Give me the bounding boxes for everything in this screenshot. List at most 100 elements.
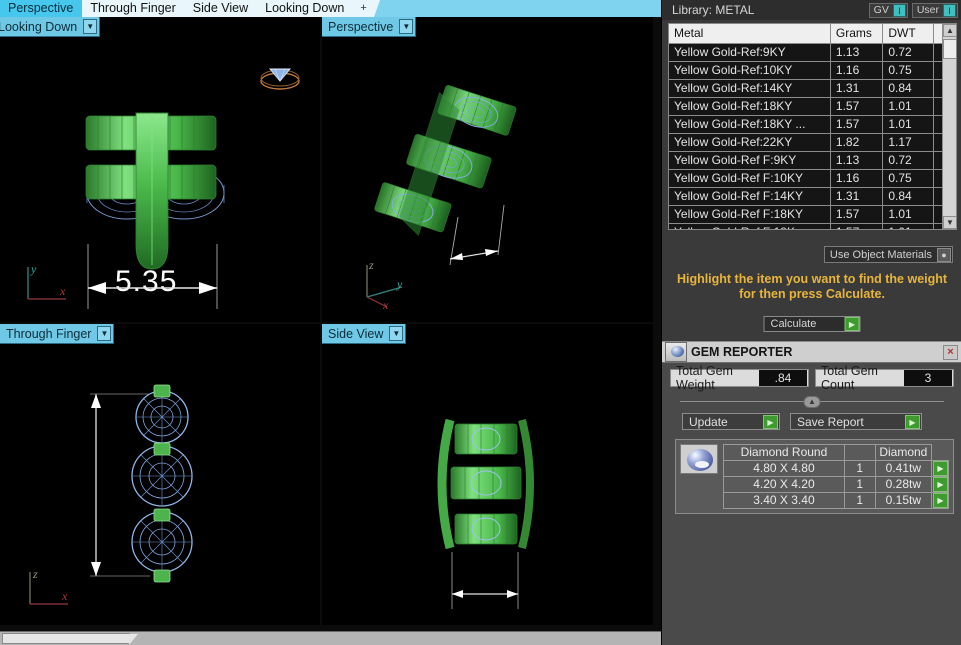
play-arrow-icon[interactable]: ▶ xyxy=(933,493,948,508)
viewport-title-through-finger[interactable]: Through Finger ▼ xyxy=(0,324,114,344)
table-row[interactable]: Yellow Gold-Ref:9KY1.130.72 xyxy=(669,44,956,62)
column-header-diamond-round: Diamond Round xyxy=(724,445,845,461)
row-action-cell[interactable]: ▶ xyxy=(931,477,948,493)
tab-looking-down[interactable]: Looking Down xyxy=(257,0,353,17)
viewport-title-side-view[interactable]: Side View ▼ xyxy=(322,324,406,344)
table-row[interactable]: Yellow Gold-Ref F:10KY1.160.75 xyxy=(669,170,956,188)
library-header: Library: METAL GV I User I xyxy=(662,0,961,20)
viewport-looking-down[interactable]: Looking Down ▼ xyxy=(0,17,320,322)
row-action-cell[interactable]: ▶ xyxy=(931,461,948,477)
diamond-preview-icon xyxy=(680,444,718,474)
table-row[interactable]: Yellow Gold-Ref:18KY1.571.01 xyxy=(669,98,956,116)
toggle-user-label: User xyxy=(917,4,939,16)
diamond-list-box: Diamond Round Diamond 4.80 X 4.80 1 0.41… xyxy=(675,439,954,514)
table-scrollbar-thumb[interactable] xyxy=(943,39,957,59)
total-gem-count-field[interactable]: Total Gem Count 3 xyxy=(815,369,954,387)
update-button[interactable]: Update ▶ xyxy=(682,413,780,430)
toggle-gv[interactable]: GV I xyxy=(869,3,908,18)
table-row[interactable]: Yellow Gold-Ref:18KY ...1.571.01 xyxy=(669,116,956,134)
cell-grams: 1.31 xyxy=(830,80,882,98)
diamond-table[interactable]: Diamond Round Diamond 4.80 X 4.80 1 0.41… xyxy=(723,444,949,509)
cell-grams: 1.13 xyxy=(830,44,882,62)
tab-label: Through Finger xyxy=(90,1,175,15)
play-arrow-icon[interactable]: ▶ xyxy=(933,477,948,492)
close-icon[interactable]: × xyxy=(943,345,958,360)
dimension-arrows-through-finger xyxy=(0,324,320,625)
table-row[interactable]: Yellow Gold-Ref:10KY1.160.75 xyxy=(669,62,956,80)
cell-metal: Yellow Gold-Ref:9KY xyxy=(669,44,830,62)
table-header-row: Metal Grams DWT xyxy=(669,24,956,44)
chevron-down-icon[interactable]: ▼ xyxy=(97,326,111,341)
cell-size: 3.40 X 3.40 xyxy=(724,493,845,509)
toggle-user-switch[interactable]: I xyxy=(943,4,956,17)
cell-dwt: 1.01 xyxy=(883,224,933,231)
cell-dwt: 0.84 xyxy=(883,188,933,206)
table-row[interactable]: Yellow Gold-Ref F:18KY1.571.01 xyxy=(669,206,956,224)
tab-side-view[interactable]: Side View xyxy=(185,0,257,17)
cell-metal: Yellow Gold-Ref:10KY xyxy=(669,62,830,80)
table-row[interactable]: Yellow Gold-Ref:22KY1.821.17 xyxy=(669,134,956,152)
tab-perspective[interactable]: Perspective xyxy=(0,0,82,17)
toggle-user[interactable]: User I xyxy=(912,3,958,18)
gem-totals-row: Total Gem Weight .84 Total Gem Count 3 xyxy=(662,363,961,387)
viewport-title-perspective[interactable]: Perspective ▼ xyxy=(322,17,416,37)
cell-metal: Yellow Gold-Ref:18KY xyxy=(669,98,830,116)
plus-icon: + xyxy=(360,2,366,14)
circle-icon[interactable]: ● xyxy=(937,248,951,262)
tab-label: Side View xyxy=(193,1,248,15)
table-row[interactable]: 4.80 X 4.80 1 0.41tw ▶ xyxy=(724,461,949,477)
cell-dwt: 0.75 xyxy=(883,62,933,80)
table-row[interactable]: Yellow Gold-Ref F:18K...1.571.01 xyxy=(669,224,956,231)
tab-through-finger[interactable]: Through Finger xyxy=(82,0,184,17)
gem-reporter-header: GEM REPORTER × xyxy=(662,341,961,363)
table-row[interactable]: Yellow Gold-Ref:14KY1.310.84 xyxy=(669,80,956,98)
table-row[interactable]: 3.40 X 3.40 1 0.15tw ▶ xyxy=(724,493,949,509)
total-gem-count-value: 3 xyxy=(904,370,952,386)
play-arrow-icon[interactable]: ▶ xyxy=(905,415,920,429)
chevron-down-icon[interactable]: ▼ xyxy=(399,19,413,34)
viewport-side-view[interactable]: Side View ▼ xyxy=(322,324,653,625)
column-header-metal[interactable]: Metal xyxy=(669,24,830,44)
viewport-through-finger[interactable]: Through Finger ▼ xyxy=(0,324,320,625)
calculate-hint: Highlight the item you want to find the … xyxy=(662,272,961,302)
scroll-up-icon[interactable]: ▲ xyxy=(943,24,957,37)
ring-thumbnail-icon xyxy=(258,59,302,93)
horizontal-scrollbar[interactable] xyxy=(0,631,661,645)
viewport-perspective[interactable]: Perspective ▼ xyxy=(322,17,653,322)
viewport-title-looking-down[interactable]: Looking Down ▼ xyxy=(0,17,100,37)
tab-add-view[interactable]: + xyxy=(353,0,373,17)
table-row[interactable]: Yellow Gold-Ref F:14KY1.310.84 xyxy=(669,188,956,206)
toggle-gv-switch[interactable]: I xyxy=(893,4,906,17)
viewport-title-label: Looking Down xyxy=(0,20,77,34)
row-action-cell[interactable]: ▶ xyxy=(931,493,948,509)
play-arrow-icon[interactable]: ▶ xyxy=(845,317,860,331)
cell-dwt: 1.17 xyxy=(883,134,933,152)
metal-library-table[interactable]: Metal Grams DWT Yellow Gold-Ref:9KY1.130… xyxy=(668,23,957,230)
cell-weight: 0.41tw xyxy=(875,461,931,477)
save-report-button[interactable]: Save Report ▶ xyxy=(790,413,922,430)
chevron-down-icon[interactable]: ▼ xyxy=(389,326,403,341)
scrollbar-thumb[interactable] xyxy=(2,633,130,644)
play-arrow-icon[interactable]: ▶ xyxy=(763,415,778,429)
tab-label: Perspective xyxy=(8,1,73,15)
cell-dwt: 1.01 xyxy=(883,116,933,134)
total-gem-weight-field[interactable]: Total Gem Weight .84 xyxy=(670,369,809,387)
play-arrow-icon[interactable]: ▶ xyxy=(933,461,948,476)
use-object-materials-button[interactable]: Use Object Materials ● xyxy=(824,246,953,263)
column-header-action xyxy=(931,445,948,461)
calculate-button[interactable]: Calculate ▶ xyxy=(764,316,861,332)
chevron-down-icon[interactable]: ▼ xyxy=(83,19,97,34)
table-vertical-scrollbar[interactable]: ▲ ▼ xyxy=(942,24,956,229)
library-title: Library: METAL xyxy=(672,3,865,17)
table-row[interactable]: Yellow Gold-Ref F:9KY1.130.72 xyxy=(669,152,956,170)
column-header-grams[interactable]: Grams xyxy=(830,24,882,44)
viewport-title-label: Through Finger xyxy=(6,327,91,341)
cell-dwt: 0.72 xyxy=(883,152,933,170)
column-header-dwt[interactable]: DWT xyxy=(883,24,933,44)
scroll-down-icon[interactable]: ▼ xyxy=(943,216,957,229)
cell-size: 4.20 X 4.20 xyxy=(724,477,845,493)
collapse-toggle-icon[interactable]: ▲ xyxy=(804,396,821,408)
cell-count: 1 xyxy=(844,477,875,493)
dimension-arrows-perspective xyxy=(322,17,653,322)
table-row[interactable]: 4.20 X 4.20 1 0.28tw ▶ xyxy=(724,477,949,493)
